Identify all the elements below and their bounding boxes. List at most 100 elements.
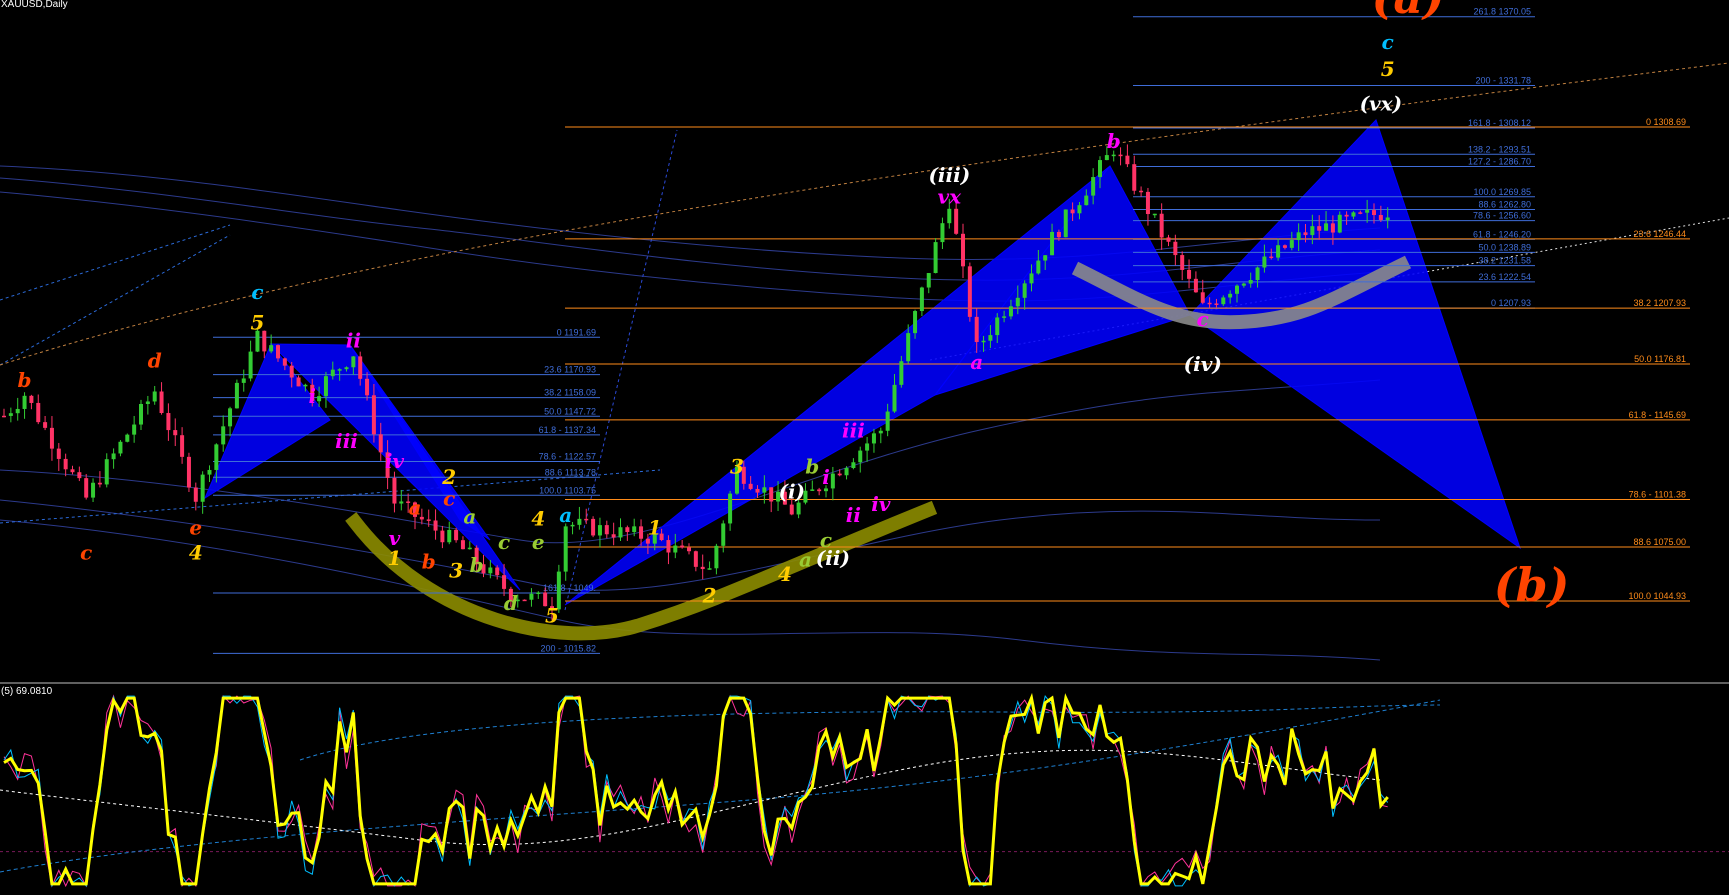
candle-body-67	[460, 540, 465, 550]
fib-label-2-1: 23.6 1246.44	[1633, 229, 1686, 239]
candle-body-190	[1303, 232, 1308, 236]
candle-body-64	[440, 530, 445, 543]
candle-body-162	[1111, 154, 1116, 157]
candle-body-158	[1084, 195, 1089, 206]
candle-body-25	[173, 430, 178, 436]
candle-body-142	[974, 316, 979, 342]
candle-body-159	[1091, 177, 1096, 196]
candle-body-84	[577, 518, 582, 525]
candle-body-58	[399, 501, 404, 504]
wave-label-35: 4	[778, 562, 792, 586]
candle-body-7	[49, 427, 54, 449]
candle-body-43	[296, 377, 301, 387]
candle-body-192	[1317, 226, 1322, 231]
wave-label-8: i	[308, 384, 316, 408]
fib-label-0-1: 23.6 1170.93	[544, 365, 596, 375]
candle-body-134	[919, 287, 924, 312]
fib-label-0-5: 78.6 - 1122.57	[539, 451, 596, 461]
candle-body-183	[1255, 267, 1260, 281]
candle-body-104	[714, 545, 719, 569]
candle-body-174	[1193, 278, 1198, 293]
candle-body-115	[789, 504, 794, 515]
candle-body-9	[63, 458, 68, 470]
candle-body-82	[563, 526, 568, 572]
candle-body-8	[56, 448, 61, 459]
wave-label-16: b	[422, 550, 436, 574]
candle-body-144	[988, 335, 993, 341]
candle-body-16	[111, 453, 116, 460]
fib-label-1-9: 50.0 1238.89	[1478, 242, 1531, 252]
candle-body-22	[152, 391, 157, 402]
candle-body-166	[1139, 190, 1144, 193]
candle-body-185	[1269, 256, 1274, 259]
wave-label-2: d	[148, 348, 162, 372]
fib-label-1-12: 0 1207.93	[1491, 298, 1531, 308]
candle-body-100	[687, 547, 691, 552]
candle-body-28	[193, 487, 198, 502]
fib-label-2-7: 100.0 1044.93	[1628, 591, 1686, 601]
candle-body-135	[926, 273, 931, 288]
candle-body-72	[495, 567, 500, 576]
wave-label-27: 2	[702, 584, 717, 608]
candle-body-184	[1262, 256, 1267, 268]
wave-label-0: b	[18, 368, 32, 392]
candle-body-196	[1344, 214, 1349, 217]
candle-body-85	[584, 518, 589, 521]
candle-body-118	[810, 489, 815, 491]
candle-body-86	[591, 518, 596, 536]
candle-body-129	[885, 411, 890, 431]
candle-body-101	[693, 551, 698, 567]
candle-body-119	[817, 489, 822, 492]
wave-label-24: 5	[545, 603, 559, 627]
fib-label-0-7: 100.0 1103.75	[539, 485, 596, 495]
candle-body-153	[1050, 231, 1055, 256]
fib-label-0-6: 88.6 1113.78	[545, 467, 596, 477]
wave-label-10: iv	[385, 449, 405, 473]
candle-body-90	[618, 527, 623, 538]
candle-body-18	[125, 434, 130, 442]
candle-body-133	[913, 311, 918, 334]
candle-body-201	[1378, 215, 1383, 220]
wave-label-19: b	[470, 553, 484, 577]
candle-body-33	[228, 408, 233, 427]
fib-label-1-1: 200 - 1331.78	[1475, 76, 1531, 86]
candle-body-137	[940, 223, 945, 243]
candle-body-20	[139, 403, 143, 425]
candle-body-198	[1358, 212, 1363, 214]
wave-label-46: 5	[1381, 57, 1395, 81]
candle-body-187	[1282, 245, 1287, 248]
symbol-label: XAUUSD,Daily	[1, 0, 68, 10]
fib-label-2-5: 78.6 - 1101.38	[1629, 490, 1686, 500]
candle-body-175	[1200, 292, 1205, 303]
wave-label-22: e	[532, 530, 545, 554]
candle-body-109	[748, 483, 753, 489]
wave-label-20: c	[498, 530, 510, 554]
fib-label-1-4: 127.2 - 1286.70	[1468, 157, 1531, 167]
candle-body-40	[276, 345, 280, 359]
candle-body-160	[1098, 160, 1102, 178]
candle-body-32	[221, 426, 226, 445]
candle-body-116	[796, 502, 801, 515]
fib-label-0-0: 0 1191.69	[557, 327, 596, 337]
candle-body-53	[365, 378, 370, 396]
fib-label-1-6: 88.6 1262.80	[1478, 199, 1531, 209]
candle-body-6	[43, 422, 48, 428]
wave-label-43: c	[1197, 307, 1209, 331]
price-chart[interactable]: 0 1191.69 23.6 1170.93 38.2 1158.09 50.0 11…	[0, 0, 1729, 895]
candle-body-71	[488, 567, 493, 574]
candle-body-155	[1063, 209, 1068, 238]
candle-body-169	[1159, 213, 1164, 238]
candle-body-73	[502, 575, 507, 589]
wave-label-36: a	[799, 548, 812, 572]
candle-body-54	[371, 395, 376, 435]
candle-body-51	[351, 356, 356, 368]
candle-body-99	[680, 545, 685, 548]
wave-label-15: 1	[387, 546, 401, 570]
candle-body-11	[77, 472, 82, 479]
wave-label-49: (b)	[1494, 558, 1570, 612]
candle-body-132	[906, 333, 911, 362]
candle-body-172	[1180, 255, 1185, 270]
fib-label-0-2: 38.2 1158.09	[544, 388, 596, 398]
candle-body-19	[132, 424, 137, 435]
fib-label-0-3: 50.0 1147.72	[544, 406, 596, 416]
